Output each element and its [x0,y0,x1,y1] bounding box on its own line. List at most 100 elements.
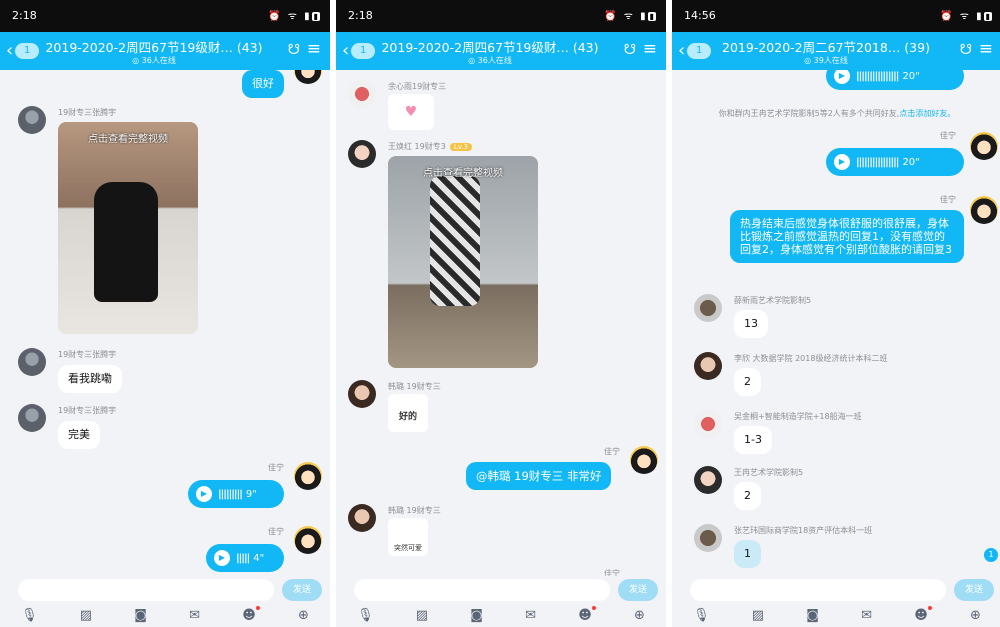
send-button[interactable]: 发送 [282,579,322,601]
message-list[interactable]: 余心雨19财专三 ♥ 王焕红 19财专3 Lv.3 点击查看完整视频 韩璐 19财… [336,70,666,576]
sender-name: 佳宁 [604,447,620,456]
game-icon[interactable]: ☋ [624,42,636,58]
menu-icon[interactable]: ≡ [643,39,657,59]
avatar[interactable] [694,352,722,380]
avatar[interactable] [294,526,322,554]
avatar[interactable] [348,140,376,168]
voice-message[interactable]: ▶ ||||||||| 9" [188,480,284,508]
plus-icon[interactable]: ⊕ [298,608,309,623]
avatar[interactable] [18,348,46,376]
menu-icon[interactable]: ≡ [979,39,993,59]
avatar[interactable] [970,196,998,224]
avatar[interactable] [348,504,376,532]
plus-icon[interactable]: ⊕ [970,608,981,623]
red-packet-icon[interactable]: ✉ [525,608,536,623]
chevron-left-icon: ‹ [6,40,14,61]
video-message[interactable]: 点击查看完整视频 [58,122,198,334]
message-bubble[interactable]: 2 [734,482,761,510]
game-icon[interactable]: ☋ [960,42,972,58]
play-icon: ▶ [834,154,850,170]
sender-name: 19财专三张腾宇 [58,108,117,117]
add-friend-link[interactable]: 点击添加好友。 [899,109,955,118]
camera-icon[interactable]: ◙ [134,608,147,623]
message-bubble[interactable]: 热身结束后感觉身体很舒服的很舒展，身体比锻炼之前感觉温热的回复1，没有感觉的回复… [730,210,964,263]
sticker-message[interactable]: 突然可爱 [388,518,428,556]
image-icon[interactable]: ▨ [752,608,764,623]
send-button[interactable]: 发送 [954,579,994,601]
emoji-icon[interactable]: ☻ [578,606,596,623]
avatar[interactable] [694,466,722,494]
avatar[interactable] [18,404,46,432]
message-bubble[interactable]: 很好 [242,70,284,98]
voice-message[interactable]: ▶ |||||||||||||||| 20" [826,70,964,90]
online-count: ◎ 39人在线 [804,56,848,65]
emoji-icon[interactable]: ☻ [242,606,260,623]
sender-name: 佳宁 [940,195,956,204]
group-title: 2019-2020-2周四67节19级财… (43) [381,40,599,55]
video-message[interactable]: 点击查看完整视频 [388,156,538,368]
status-icons: ⏰ ᯤ ▮ ▮ [604,11,656,22]
sticker-message[interactable]: 好的 [388,394,428,432]
status-time: 2:18 [12,9,37,22]
input-toolbar: 🎙 ▨ ◙ ✉ ☻ ⊕ [672,604,1000,627]
avatar[interactable] [694,294,722,322]
sender-name: 佳宁 [268,527,284,536]
input-toolbar: 🎙 ▨ ◙ ✉ ☻ ⊕ [336,604,666,627]
microphone-icon[interactable]: 🎙 [21,608,38,623]
avatar[interactable] [970,132,998,160]
avatar[interactable] [18,106,46,134]
plus-icon[interactable]: ⊕ [634,608,645,623]
sender-name: 佳宁 [604,569,620,576]
chat-screen-3: 14:56 ⏰ ᯤ ▮ ▮ ‹ 1 2019-2020-2周二67节2018… (3… [672,0,1000,627]
avatar[interactable] [694,524,722,552]
send-button[interactable]: 发送 [618,579,658,601]
unread-count: 1 [687,43,712,59]
message-bubble[interactable]: 1-3 [734,426,772,454]
image-icon[interactable]: ▨ [416,608,428,623]
battery-icon: ▮ [647,12,656,21]
new-message-badge[interactable]: 1 [984,548,998,562]
avatar[interactable] [348,80,376,108]
game-icon[interactable]: ☋ [288,42,300,58]
back-button[interactable]: ‹ 1 [678,41,712,61]
avatar[interactable] [348,380,376,408]
avatar[interactable] [694,410,722,438]
red-packet-icon[interactable]: ✉ [189,608,200,623]
sender-name: 薛新雨艺术学院影制5 [734,296,812,305]
message-list[interactable]: 很好 19财专三张腾宇 点击查看完整视频 19财专三张腾宇 看我跳嘞 19财专三… [0,70,330,576]
heart-icon: ♥ [404,104,418,120]
microphone-icon[interactable]: 🎙 [357,608,374,623]
input-bar: 发送 [336,576,666,604]
red-packet-icon[interactable]: ✉ [861,608,872,623]
play-icon: ▶ [214,550,230,566]
message-bubble[interactable]: 1 [734,540,761,568]
avatar[interactable] [294,70,322,84]
back-button[interactable]: ‹ 1 [6,40,40,61]
sticker-message[interactable]: ♥ [388,94,434,130]
waveform-icon: |||||||||||||||| [856,70,899,82]
emoji-icon[interactable]: ☻ [914,606,932,623]
avatar[interactable] [294,462,322,490]
menu-icon[interactable]: ≡ [307,39,321,59]
image-icon[interactable]: ▨ [80,608,92,623]
message-input[interactable] [690,579,946,601]
camera-icon[interactable]: ◙ [470,608,483,623]
avatar[interactable] [630,446,658,474]
voice-message[interactable]: ▶ ||||| 4" [206,544,284,572]
message-bubble[interactable]: 2 [734,368,761,396]
microphone-icon[interactable]: 🎙 [693,608,710,623]
group-title: 2019-2020-2周二67节2018… (39) [722,40,930,55]
voice-message[interactable]: ▶ |||||||||||||||| 20" [826,148,964,176]
waveform-icon: ||||||||| [218,488,243,500]
message-bubble[interactable]: 13 [734,310,768,338]
message-list[interactable]: ▶ |||||||||||||||| 20" 你和群内王冉艺术学院影制5等2人有多个… [672,70,1000,576]
message-bubble[interactable]: @韩璐 19财专三 非常好 [466,462,612,490]
camera-icon[interactable]: ◙ [806,608,819,623]
message-bubble[interactable]: 看我跳嘞 [58,365,122,393]
chat-header: ‹ 1 2019-2020-2周二67节2018… (39) ◎ 39人在线 ☋ … [672,32,1000,70]
back-button[interactable]: ‹ 1 [342,41,376,61]
message-input[interactable] [18,579,274,601]
message-bubble[interactable]: 完美 [58,421,100,449]
message-input[interactable] [354,579,610,601]
group-title: 2019-2020-2周四67节19级财… (43) [45,40,263,55]
